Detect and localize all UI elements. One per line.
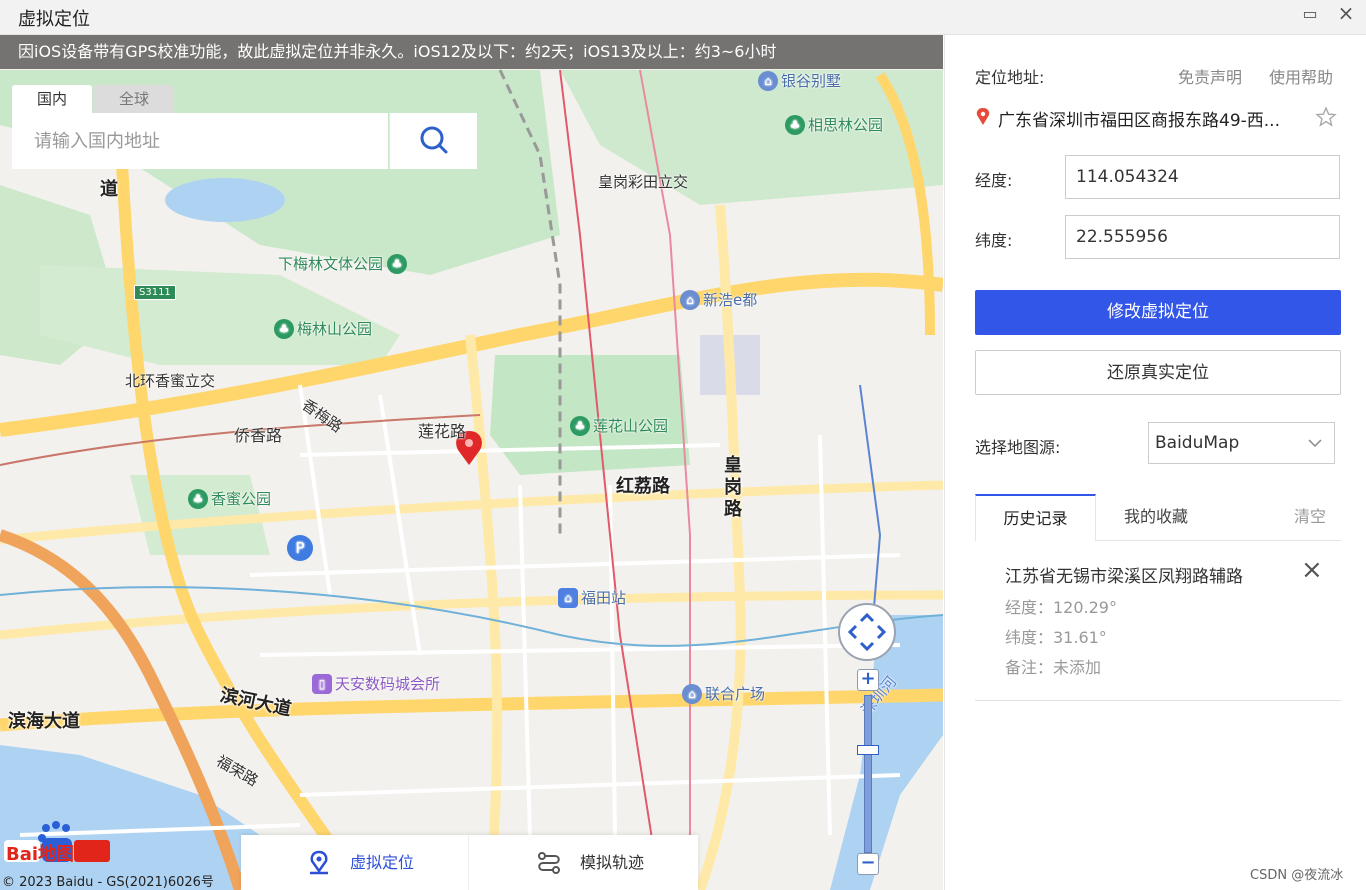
parking-icon: P (287, 535, 313, 561)
restore-location-button[interactable]: 还原真实定位 (975, 350, 1341, 395)
clear-history-button[interactable]: 清空 (1280, 494, 1340, 539)
label-dao: 道 (100, 179, 118, 200)
park-icon: ♣ (785, 114, 805, 135)
poi-tianan: ▯ 天安数码城会所 (312, 673, 440, 694)
poi-xiameilin: ♣ 下梅林文体公园 (278, 253, 408, 274)
zoom-slider[interactable] (864, 695, 872, 853)
gps-notice: 因iOS设备带有GPS校准功能，故此虚拟定位并非永久。iOS12及以下：约2天；… (0, 35, 943, 69)
building-icon: ⌂ (682, 683, 702, 704)
tab-history[interactable]: 历史记录 (975, 494, 1096, 541)
map-source-select[interactable]: BaiduMap (1148, 422, 1335, 464)
poi-futian-station: ⌂ 福田站 (558, 587, 626, 608)
location-panel: 定位地址: 免责声明 使用帮助 广东省深圳市福田区商报东路49-西... 经度:… (944, 35, 1366, 890)
road-sign-s3111: S3111 (134, 285, 176, 300)
mode-tabs: 虚拟定位 模拟轨迹 (241, 835, 698, 890)
history-tabs: 历史记录 我的收藏 清空 (975, 494, 1341, 541)
location-pin-icon (976, 108, 990, 125)
zoom-out-button[interactable]: − (857, 853, 879, 875)
longitude-input[interactable] (1065, 155, 1340, 199)
close-icon[interactable]: × (1334, 1, 1358, 25)
history-note: 备注：未添加 (1005, 658, 1102, 677)
longitude-label: 经度: (975, 171, 1013, 190)
label-binhai: 滨海大道 (8, 711, 80, 732)
title-bar: 虚拟定位 ▭ × (0, 0, 1366, 35)
building-icon: ▯ (312, 673, 332, 694)
parking-poi: P (287, 535, 316, 561)
poi-lianhuashan: ♣ 莲花山公园 (570, 415, 668, 436)
current-address: 广东省深圳市福田区商报东路49-西... (998, 111, 1280, 131)
tab-domestic[interactable]: 国内 (12, 85, 92, 113)
poi-label: 莲花山公园 (593, 417, 669, 435)
history-address: 江苏省无锡市梁溪区凤翔路辅路 (1005, 567, 1243, 587)
latitude-input[interactable] (1065, 215, 1340, 259)
label-huanggang: 皇岗彩田立交 (598, 173, 689, 191)
poi-lianhe: ⌂ 联合广场 (682, 683, 765, 704)
maximize-icon[interactable]: ▭ (1298, 4, 1322, 23)
label-beihuan: 北环香蜜立交 (125, 372, 216, 390)
close-icon[interactable]: × (1301, 555, 1323, 585)
label-lianhualu: 莲花路 (418, 422, 467, 441)
park-icon: ♣ (274, 318, 294, 339)
search-button[interactable] (389, 113, 477, 169)
poi-label: 联合广场 (705, 685, 766, 703)
history-item[interactable]: 江苏省无锡市梁溪区凤翔路辅路 × 经度：120.29° 纬度：31.61° 备注… (975, 545, 1341, 701)
baidu-map-logo: Bai地图 (2, 820, 112, 865)
poi-label: 天安数码城会所 (335, 675, 441, 693)
disclaimer-link[interactable]: 免责声明 (1178, 64, 1242, 88)
map-source-label: 选择地图源: (975, 438, 1061, 457)
park-icon: ♣ (387, 253, 408, 274)
help-link[interactable]: 使用帮助 (1269, 64, 1333, 88)
label-qiaoxianglu: 侨香路 (234, 426, 283, 445)
tab-virtual-location[interactable]: 虚拟定位 (241, 835, 469, 890)
poi-label: 香蜜公园 (211, 490, 272, 508)
poi-label: 下梅林文体公园 (278, 255, 384, 273)
poi-xiangsilin: ♣ 相思林公园 (785, 114, 883, 135)
watermark: CSDN @夜流冰 (1250, 868, 1344, 883)
tab-label: 虚拟定位 (350, 853, 415, 872)
address-label: 定位地址: (975, 68, 1045, 87)
search-icon (420, 126, 448, 154)
history-latitude: 纬度：31.61° (1005, 628, 1107, 647)
label-honglilu: 红荔路 (616, 476, 670, 497)
search-input[interactable] (12, 113, 388, 169)
poi-xinhao: ⌂ 新浩e都 (680, 289, 757, 310)
poi-label: 新浩e都 (703, 291, 758, 309)
poi-yingu: ⌂ 银谷别墅 (758, 70, 841, 91)
zoom-control: + − (857, 669, 879, 875)
map-copyright: © 2023 Baidu - GS(2021)6026号 (2, 875, 214, 890)
building-icon: ⌂ (758, 70, 778, 91)
park-icon: ♣ (570, 415, 590, 436)
zoom-in-button[interactable]: + (857, 669, 879, 691)
building-icon: ⌂ (680, 289, 700, 310)
train-icon: ⌂ (558, 587, 578, 608)
pan-arrows-icon (847, 612, 887, 652)
latitude-label: 纬度: (975, 231, 1013, 250)
poi-meilinshan: ♣ 梅林山公园 (274, 318, 372, 339)
poi-label: 福田站 (581, 589, 627, 607)
map-source-value: BaiduMap (1155, 433, 1240, 453)
pan-control[interactable] (838, 603, 896, 661)
history-longitude: 经度：120.29° (1005, 598, 1117, 617)
park-icon: ♣ (188, 488, 208, 509)
tab-label: 模拟轨迹 (580, 853, 645, 872)
window-title: 虚拟定位 (18, 9, 90, 30)
poi-label: 银谷别墅 (781, 72, 842, 90)
location-pin-icon (310, 850, 328, 875)
poi-label: 梅林山公园 (297, 320, 373, 338)
modify-location-button[interactable]: 修改虚拟定位 (975, 290, 1341, 335)
logo-text: Bai地图 (6, 844, 75, 865)
route-icon (538, 852, 560, 874)
poi-xiangmi: ♣ 香蜜公园 (188, 488, 271, 509)
star-icon[interactable] (1315, 106, 1337, 128)
zoom-handle[interactable] (857, 745, 879, 755)
label-huanggangroad: 皇 岗 路 (724, 455, 742, 520)
tab-global[interactable]: 全球 (94, 85, 174, 113)
map-search: 国内 全球 (12, 85, 477, 169)
map-view[interactable]: 因iOS设备带有GPS校准功能，故此虚拟定位并非永久。iOS12及以下：约2天；… (0, 35, 943, 890)
chevron-down-icon (1308, 439, 1322, 448)
tab-simulate-track[interactable]: 模拟轨迹 (469, 835, 698, 890)
poi-label: 相思林公园 (808, 116, 884, 134)
tab-favorites[interactable]: 我的收藏 (1096, 494, 1216, 539)
